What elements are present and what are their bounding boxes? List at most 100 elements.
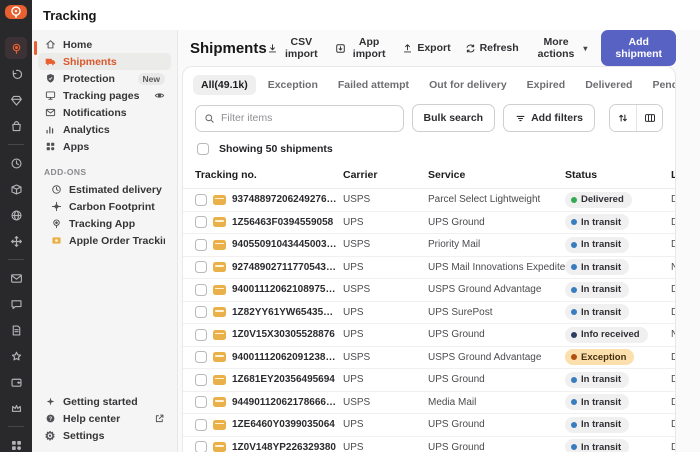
status-badge: In transit	[565, 394, 629, 410]
table-row[interactable]: 9400111206209123834…USPSUSPS Ground Adva…	[183, 346, 676, 369]
filter-search[interactable]	[195, 105, 404, 132]
tab-delivered[interactable]: Delivered	[577, 75, 640, 95]
rail-clock-icon[interactable]	[5, 152, 27, 174]
row-checkbox[interactable]	[195, 306, 207, 318]
table-row[interactable]: 9374889720624927638…USPSParcel Select Li…	[183, 189, 676, 212]
sidebar-item-protection[interactable]: ProtectionNew	[38, 70, 171, 87]
rail-crown-icon[interactable]	[5, 397, 27, 419]
tracking-number[interactable]: 1Z0V15X30305528876	[232, 329, 335, 340]
rail-chat-icon[interactable]	[5, 293, 27, 315]
tracking-number[interactable]: 1ZE6460Y0399035064	[232, 419, 335, 430]
rail-orders-box-icon[interactable]	[5, 178, 27, 200]
table-row[interactable]: 92748902711770543401…UPSUPS Mail Innovat…	[183, 256, 676, 279]
sidebar-item-estimated-delivery-date[interactable]: Estimated delivery date	[38, 181, 171, 198]
sidebar-item-tracking-app[interactable]: Tracking App	[38, 215, 171, 232]
tab-expired[interactable]: Expired	[519, 75, 574, 95]
sidebar-item-tracking-pages[interactable]: Tracking pages	[38, 87, 171, 104]
tracking-number[interactable]: 9400111206209123834…	[232, 352, 337, 363]
tracking-number[interactable]: 94001112062108975759…	[232, 284, 337, 295]
table-row[interactable]: 1Z0V15X30305528876UPSUPS GroundInfo rece…	[183, 324, 676, 347]
refresh-button[interactable]: Refresh	[465, 42, 519, 54]
add-filters-button[interactable]: Add filters	[503, 104, 595, 132]
app-import-button[interactable]: App import	[335, 36, 388, 60]
filter-input[interactable]	[221, 112, 395, 124]
status-dot-icon	[571, 219, 577, 225]
tracking-number[interactable]: 9374889720624927638…	[232, 194, 337, 205]
home-icon	[44, 39, 56, 50]
tracking-number[interactable]: 1Z56463F0394559058	[232, 217, 333, 228]
rail-wallet-icon[interactable]	[5, 371, 27, 393]
tracking-number[interactable]: 9405509104344500376…	[232, 239, 337, 250]
sidebar-item-help-center[interactable]: ?Help center	[38, 410, 171, 427]
sidebar-item-carbon-footprint[interactable]: Carbon Footprint	[38, 198, 171, 215]
status-dot-icon	[571, 264, 577, 270]
sidebar-item-apps[interactable]: Apps	[38, 138, 171, 155]
tracking-number[interactable]: 9449011206217866680…	[232, 397, 337, 408]
table-row[interactable]: 1Z0V148YP226329380UPSUPS GroundIn transi…	[183, 436, 676, 452]
rail-move-icon[interactable]	[5, 230, 27, 252]
sidebar-item-apple-order-tracking[interactable]: Apple Order Tracking	[38, 232, 171, 249]
tab-failed-attempt[interactable]: Failed attempt	[330, 75, 417, 95]
row-checkbox[interactable]	[195, 239, 207, 251]
eye-icon[interactable]	[153, 90, 165, 101]
apple-card-icon	[50, 235, 62, 246]
rail-apps-grid-icon[interactable]	[5, 434, 27, 452]
select-all-checkbox[interactable]	[197, 143, 209, 155]
more-actions-button[interactable]: More actions▾	[533, 36, 588, 60]
divider	[8, 144, 24, 145]
sidebar-item-home[interactable]: Home	[38, 36, 171, 53]
rail-mail-icon[interactable]	[5, 267, 27, 289]
tracking-number[interactable]: 1Z0V148YP226329380	[232, 442, 336, 452]
add-shipment-button[interactable]: Add shipment	[601, 30, 676, 66]
table-row[interactable]: 9449011206217866680…USPSMedia MailIn tra…	[183, 391, 676, 414]
sidebar-item-analytics[interactable]: Analytics	[38, 121, 171, 138]
rail-globe-icon[interactable]	[5, 204, 27, 226]
table-row[interactable]: 1Z56463F0394559058UPSUPS GroundIn transi…	[183, 211, 676, 234]
sidebar-item-settings[interactable]: ⚙Settings	[38, 427, 171, 444]
tracking-number[interactable]: 1Z82YY61YW65435347	[232, 307, 337, 318]
rail-docs-icon[interactable]	[5, 319, 27, 341]
aftership-logo-icon[interactable]	[5, 5, 27, 19]
row-checkbox[interactable]	[195, 419, 207, 431]
sidebar-item-getting-started[interactable]: Getting started	[38, 393, 171, 410]
sidebar-item-notifications[interactable]: Notifications	[38, 104, 171, 121]
sort-button[interactable]	[610, 105, 636, 131]
status-cell: In transit	[565, 279, 671, 302]
rail-returns-icon[interactable]	[5, 63, 27, 85]
button-label: More actions	[533, 36, 580, 60]
row-checkbox[interactable]	[195, 396, 207, 408]
tab-exception[interactable]: Exception	[260, 75, 326, 95]
tab-out-for-delivery[interactable]: Out for delivery	[421, 75, 515, 95]
tracking-icon	[10, 42, 23, 55]
tracking-cell: 1Z0V148YP226329380	[183, 436, 343, 452]
columns-button[interactable]	[636, 105, 662, 131]
table-row[interactable]: 1Z681EY20356495694UPSUPS GroundIn transi…	[183, 369, 676, 392]
external-link-icon[interactable]	[153, 413, 165, 424]
row-checkbox[interactable]	[195, 284, 207, 296]
table-row[interactable]: 9405509104344500376…USPSPriority MailIn …	[183, 234, 676, 257]
tab-pending[interactable]: Pending	[644, 75, 676, 95]
row-checkbox[interactable]	[195, 374, 207, 386]
tab-all-49-1k[interactable]: All(49.1k)	[193, 75, 256, 95]
package-icon	[213, 420, 226, 430]
rail-protection-diamond-icon[interactable]	[5, 89, 27, 111]
row-checkbox[interactable]	[195, 351, 207, 363]
rail-reviews-icon[interactable]	[5, 345, 27, 367]
csv-import-button[interactable]: CSV import	[267, 36, 321, 60]
row-checkbox[interactable]	[195, 329, 207, 341]
row-checkbox[interactable]	[195, 216, 207, 228]
rail-icon-groups	[5, 35, 27, 452]
row-checkbox[interactable]	[195, 261, 207, 273]
table-row[interactable]: 1Z82YY61YW65435347UPSUPS SurePostIn tran…	[183, 301, 676, 324]
bulk-search-button[interactable]: Bulk search	[412, 104, 496, 132]
table-row[interactable]: 94001112062108975759…USPSUSPS Ground Adv…	[183, 279, 676, 302]
export-button[interactable]: Export	[402, 42, 450, 54]
rail-shopping-bag-icon[interactable]	[5, 115, 27, 137]
rail-tracking-icon[interactable]	[5, 37, 27, 59]
row-checkbox[interactable]	[195, 194, 207, 206]
sidebar-item-shipments[interactable]: Shipments	[38, 53, 171, 70]
tracking-number[interactable]: 1Z681EY20356495694	[232, 374, 335, 385]
tracking-number[interactable]: 92748902711770543401…	[232, 262, 337, 273]
table-row[interactable]: 1ZE6460Y0399035064UPSUPS GroundIn transi…	[183, 414, 676, 437]
row-checkbox[interactable]	[195, 441, 207, 452]
